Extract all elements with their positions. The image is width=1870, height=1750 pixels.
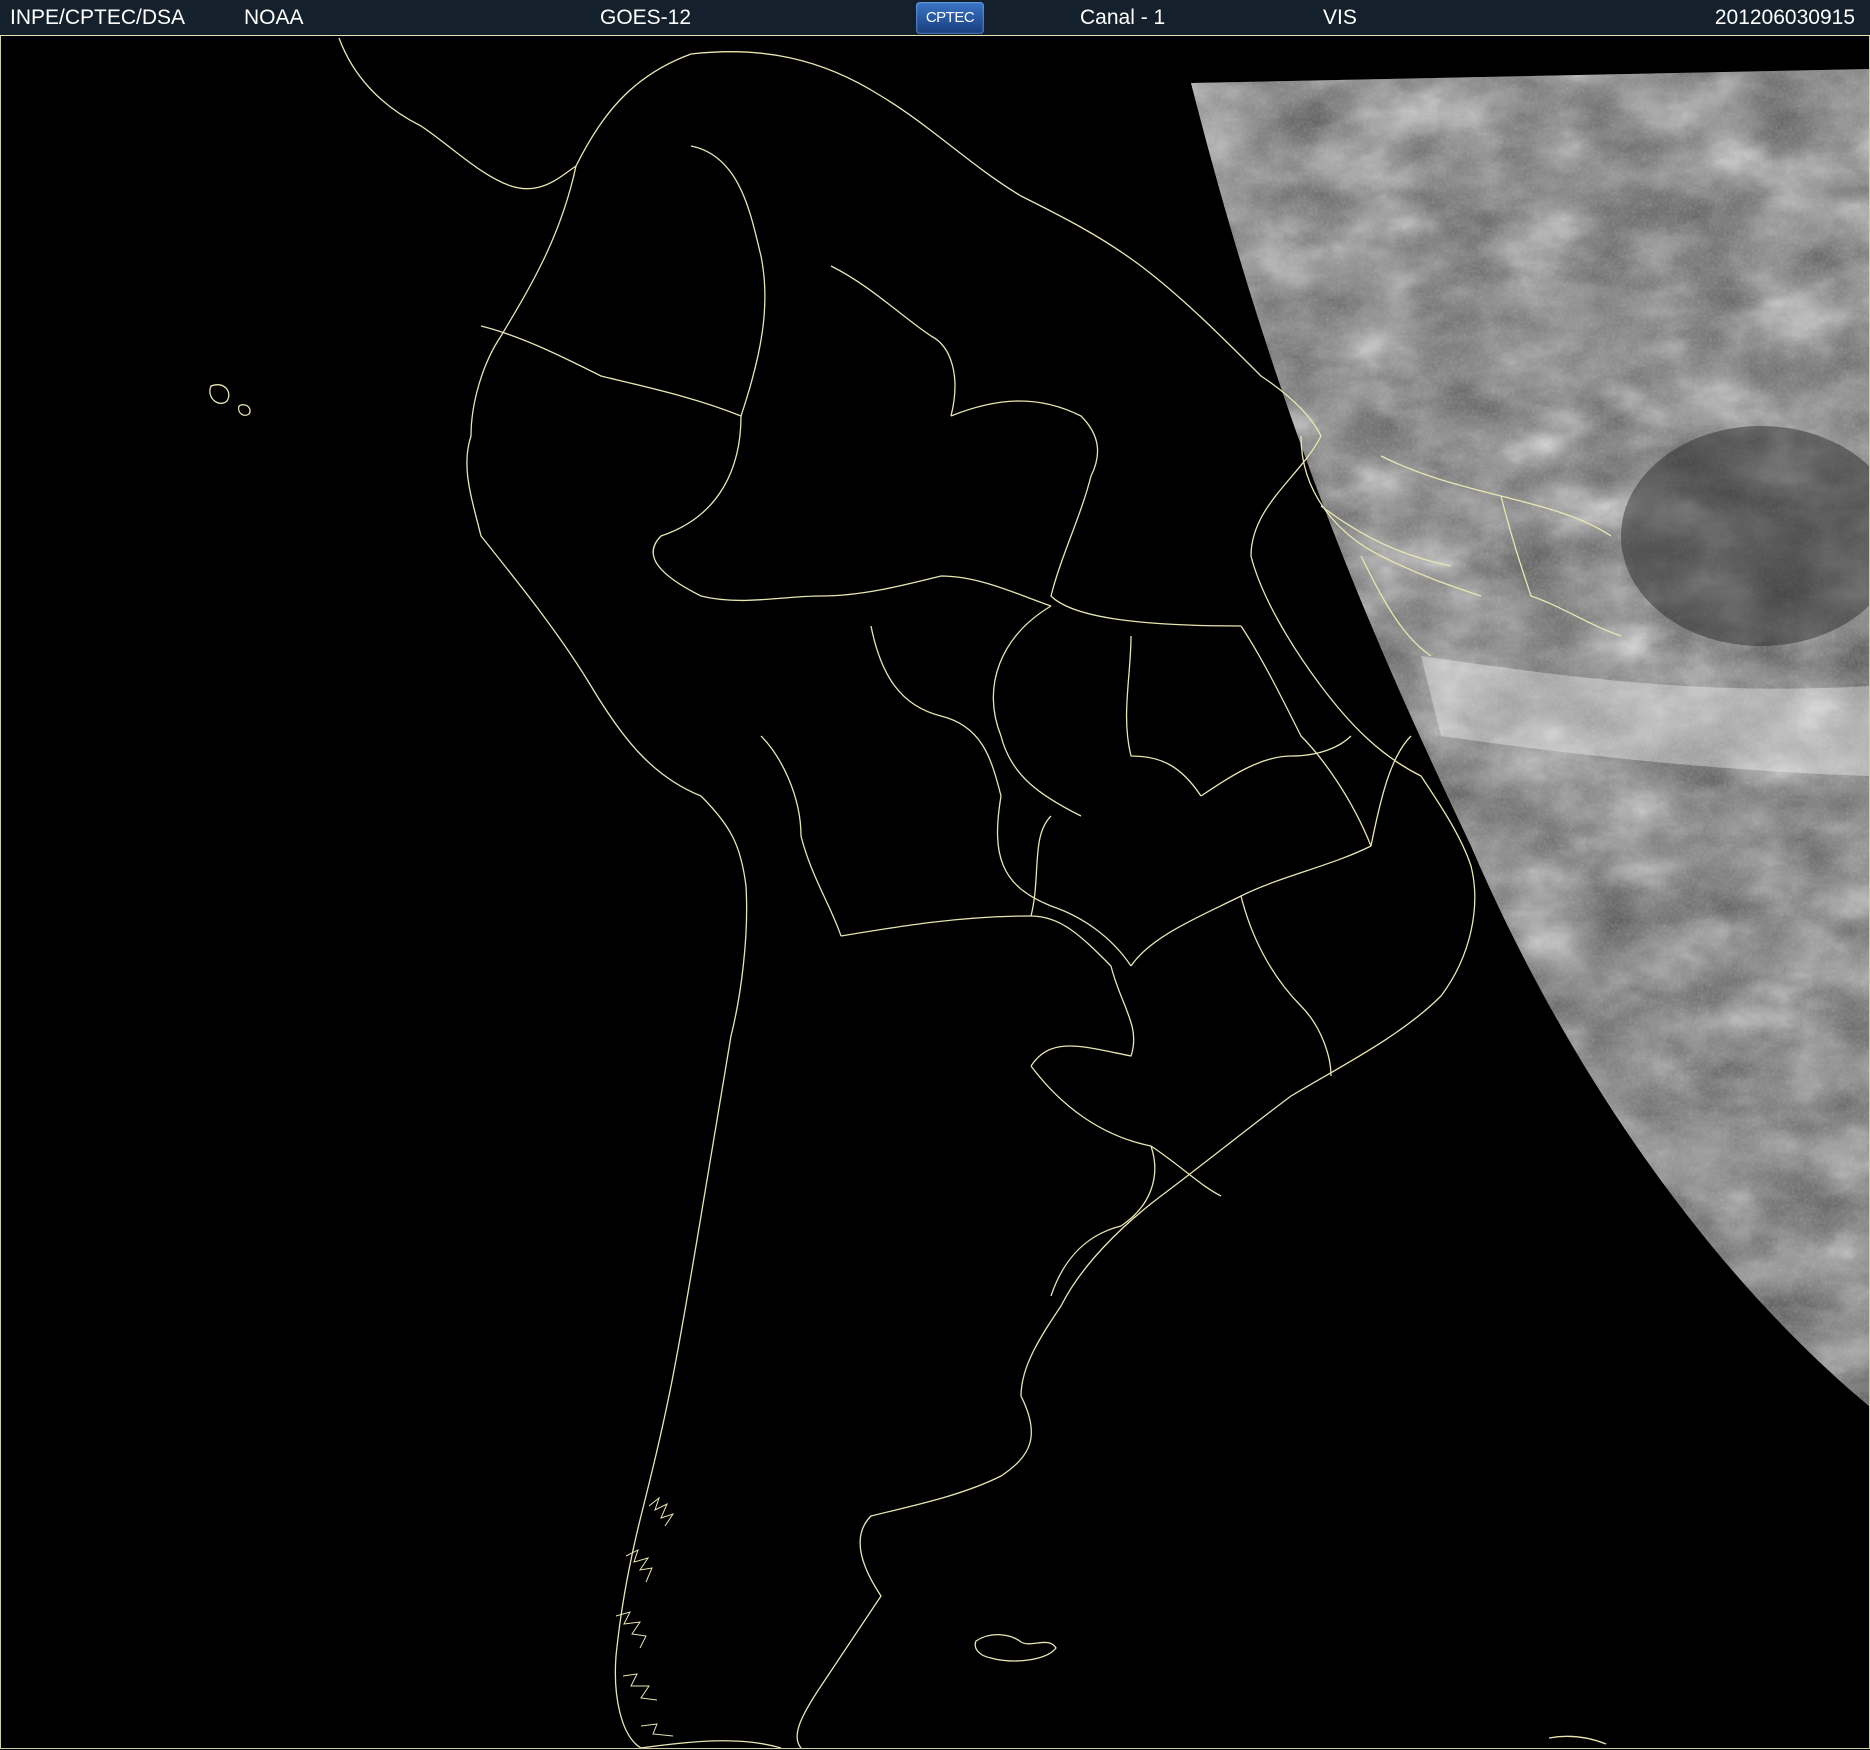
cptec-logo: CPTEC [916, 2, 984, 34]
band-label: VIS [1323, 6, 1357, 29]
logo-text: CPTEC [925, 9, 975, 26]
organization-label: INPE/CPTEC/DSA [10, 6, 186, 29]
agency-label: NOAA [244, 6, 304, 29]
chile-fjords [615, 1496, 675, 1737]
timestamp-label: 201206030915 [1714, 6, 1855, 29]
satellite-image [0, 36, 1870, 1749]
satellite-label: GOES-12 [600, 6, 692, 29]
map-svg [209, 37, 1869, 1748]
channel-label: Canal - 1 [1080, 6, 1166, 29]
header-bar: INPE/CPTEC/DSA NOAA GOES-12 CPTEC Canal … [0, 0, 1870, 36]
illuminated-region [1191, 69, 1869, 1406]
